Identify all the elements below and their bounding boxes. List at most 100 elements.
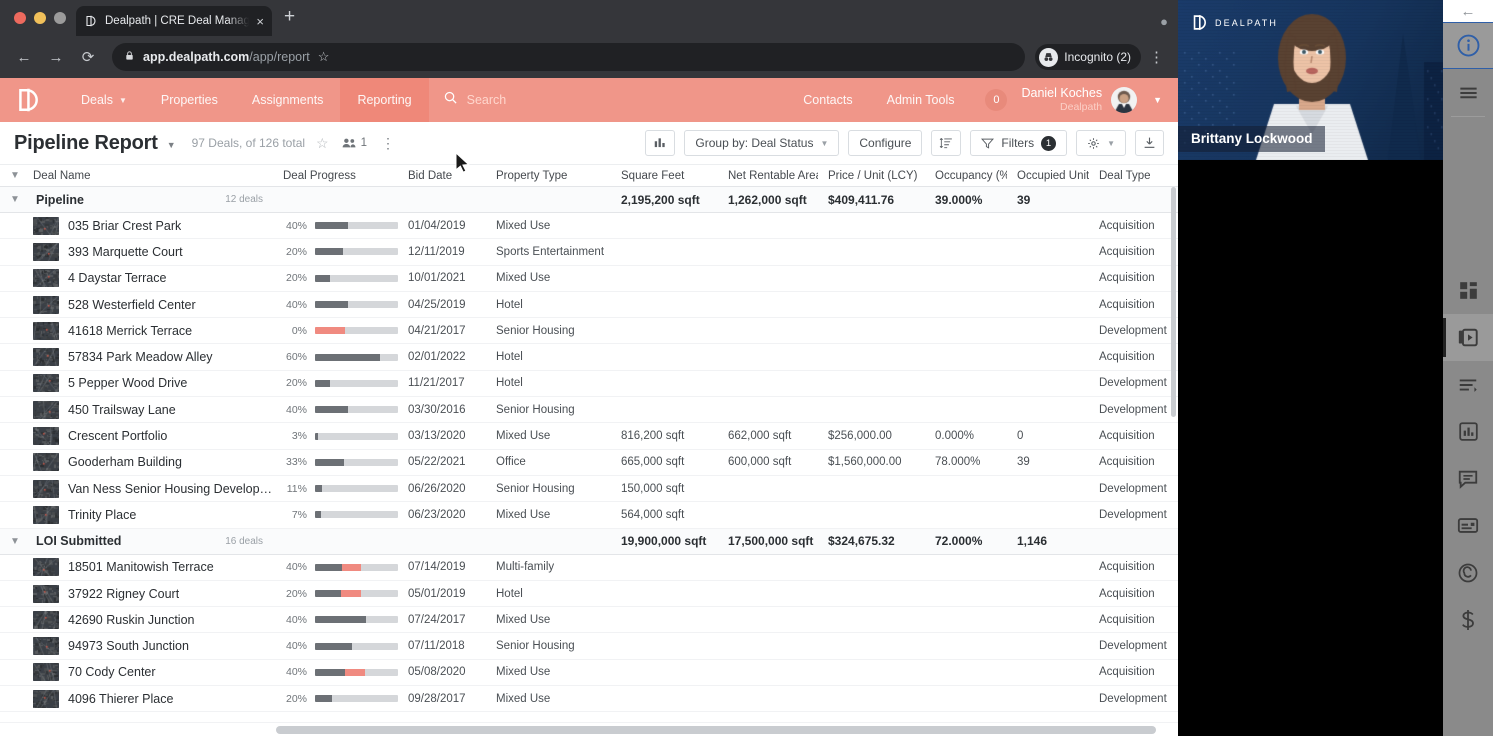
group-header-row[interactable]: ▼ LOI Submitted 16 deals 19,900,000 sqft 17,… [0,528,1178,555]
table-row[interactable]: 4 Daystar Terrace 20% 10/01/2021 Mixed Use A… [0,266,1178,292]
table-row[interactable]: 18501 Manitowish Terrace 40% 07/14/2019 Mul… [0,555,1178,581]
nav-item-assignments[interactable]: Assignments [235,78,341,122]
horizontal-scrollbar-thumb[interactable] [276,726,1156,734]
column-header-net-rentable-area[interactable]: Net Rentable Area [718,170,818,182]
configure-button[interactable]: Configure [848,130,923,156]
table-row[interactable]: 41618 Merrick Terrace 0% 04/21/2017 Senior … [0,318,1178,345]
notification-badge[interactable]: 0 [985,89,1008,111]
nav-item-admin-tools[interactable]: Admin Tools [870,78,972,122]
window-controls[interactable] [10,0,76,36]
new-tab-button[interactable]: + [272,7,305,30]
deal-name-link[interactable]: 57834 Park Meadow Alley [68,350,213,364]
deal-name-link[interactable]: 393 Marquette Court [68,245,183,259]
vertical-scrollbar[interactable] [1169,187,1178,722]
table-row[interactable]: 450 Trailsway Lane 40% 03/30/2016 Senior Ho… [0,397,1178,424]
deal-name-link[interactable]: 528 Westerfield Center [68,298,196,312]
table-row[interactable]: Trinity Place 7% 06/23/2020 Mixed Use 564,00… [0,502,1178,529]
nav-item-contacts[interactable]: Contacts [786,78,869,122]
column-header-bid-date[interactable]: Bid Date [398,170,486,182]
rail-item-chat[interactable] [1443,455,1493,502]
table-row[interactable]: Van Ness Senior Housing Development 11% 06… [0,476,1178,503]
incognito-profile-button[interactable]: Incognito (2) [1035,44,1141,70]
group-by-button[interactable]: Group by: Deal Status ▼ [684,130,840,156]
maximize-window-dot[interactable] [54,12,66,24]
sort-button[interactable] [931,130,962,156]
table-row[interactable]: Gooderham Building 33% 05/22/2021 Office 665… [0,450,1178,476]
deal-name-link[interactable]: 42690 Ruskin Junction [68,613,194,627]
deal-name-link[interactable]: 450 Trailsway Lane [68,403,176,417]
rail-back-button[interactable]: ← [1443,0,1493,22]
user-menu[interactable]: Daniel Koches Dealpath ▼ [1021,86,1164,115]
favorite-star-icon[interactable]: ☆ [316,135,329,152]
address-bar[interactable]: app.dealpath.com/app/report ☆ [112,43,1026,71]
rail-item-chart[interactable] [1443,408,1493,455]
report-more-icon[interactable]: ⋮ [381,135,395,152]
close-tab-icon[interactable]: × [256,15,264,28]
table-row[interactable]: 4096 Thierer Place 20% 09/28/2017 Mixed Use… [0,686,1178,713]
browser-tab[interactable]: Dealpath | CRE Deal Managem × [76,6,272,36]
table-row[interactable]: 393 Marquette Court 20% 12/11/2019 Sports E… [0,239,1178,266]
rail-item-card[interactable] [1443,502,1493,549]
rail-item-dollar[interactable] [1443,596,1493,643]
group-collapse-icon[interactable]: ▼ [0,194,30,205]
download-button[interactable] [1135,130,1164,156]
table-row[interactable]: 5 Pepper Wood Drive 20% 11/21/2017 Hotel Dev… [0,371,1178,398]
avatar[interactable] [1111,87,1138,113]
column-header-property-type[interactable]: Property Type [486,170,611,182]
column-header-deal-name[interactable]: Deal Name [30,170,273,182]
filters-button[interactable]: Filters 1 [970,130,1068,156]
deal-name-link[interactable]: 4096 Thierer Place [68,692,173,706]
rail-item-video[interactable] [1443,314,1493,361]
bookmark-star-icon[interactable]: ☆ [318,49,330,65]
deal-name-link[interactable]: 5 Pepper Wood Drive [68,376,187,390]
column-header-occupied-units[interactable]: Occupied Units [1007,170,1089,182]
table-row[interactable]: 94973 South Junction 40% 07/11/2018 Senior … [0,633,1178,660]
minimize-window-dot[interactable] [34,12,46,24]
deal-name-link[interactable]: Crescent Portfolio [68,429,167,443]
back-icon[interactable]: ← [10,43,38,71]
rail-item-menu[interactable] [1443,69,1493,116]
table-row[interactable]: 035 Briar Crest Park 40% 01/04/2019 Mixed U… [0,213,1178,240]
column-header-deal-progress[interactable]: Deal Progress [273,170,398,182]
nav-item-reporting[interactable]: Reporting [340,78,429,122]
horizontal-scrollbar[interactable] [0,722,1178,736]
group-collapse-icon[interactable]: ▼ [0,536,30,547]
share-users-button[interactable]: 1 [342,137,367,149]
deal-name-link[interactable]: 18501 Manitowish Terrace [68,560,214,574]
column-header-deal-type[interactable]: Deal Type [1089,170,1178,182]
deal-name-link[interactable]: Van Ness Senior Housing Development [68,482,273,496]
table-row[interactable]: Crescent Portfolio 3% 03/13/2020 Mixed Use 8… [0,423,1178,450]
vertical-scrollbar-thumb[interactable] [1171,187,1176,417]
rail-item-copyright[interactable] [1443,549,1493,596]
rail-item-list[interactable] [1443,361,1493,408]
deal-name-link[interactable]: 94973 South Junction [68,639,189,653]
rail-item-layout[interactable] [1443,267,1493,314]
browser-menu-icon[interactable]: ⋮ [1145,48,1168,66]
deal-name-link[interactable]: Trinity Place [68,508,136,522]
report-title-chevron-icon[interactable]: ▼ [167,140,176,150]
settings-button[interactable]: ▼ [1076,130,1126,156]
table-row[interactable]: 528 Westerfield Center 40% 04/25/2019 Hotel… [0,292,1178,319]
group-header-row[interactable]: ▼ Pipeline 12 deals 2,195,200 sqft 1,262,000… [0,187,1178,213]
video-feed[interactable]: DEALPATH Brittany Lockwood [1178,0,1443,160]
table-row[interactable]: 42690 Ruskin Junction 40% 07/24/2017 Mixed … [0,607,1178,634]
dealpath-logo-icon[interactable] [14,86,42,114]
table-row[interactable]: 70 Cody Center 40% 05/08/2020 Mixed Use Acqu… [0,660,1178,687]
deal-name-link[interactable]: 035 Briar Crest Park [68,219,181,233]
reload-icon[interactable]: ⟳ [74,43,102,71]
forward-icon[interactable]: → [42,43,70,71]
rail-item-info[interactable] [1443,22,1493,69]
window-menu-icon[interactable]: ● [1160,14,1168,29]
column-header-occupancy[interactable]: Occupancy (%) [925,170,1007,182]
deal-name-link[interactable]: 70 Cody Center [68,665,156,679]
nav-search[interactable]: Search [443,90,507,110]
table-row[interactable]: 57834 Park Meadow Alley 60% 02/01/2022 Hote… [0,344,1178,371]
collapse-all-icon[interactable]: ▼ [0,170,30,181]
chart-view-button[interactable] [645,130,676,156]
nav-item-deals[interactable]: Deals ▼ [64,78,144,122]
table-row[interactable]: 37922 Rigney Court 20% 05/01/2019 Hotel Acqu… [0,581,1178,608]
deal-name-link[interactable]: Gooderham Building [68,455,182,469]
column-header-square-feet[interactable]: Square Feet [611,170,718,182]
search-input[interactable]: Search [467,93,507,107]
deal-name-link[interactable]: 4 Daystar Terrace [68,271,166,285]
